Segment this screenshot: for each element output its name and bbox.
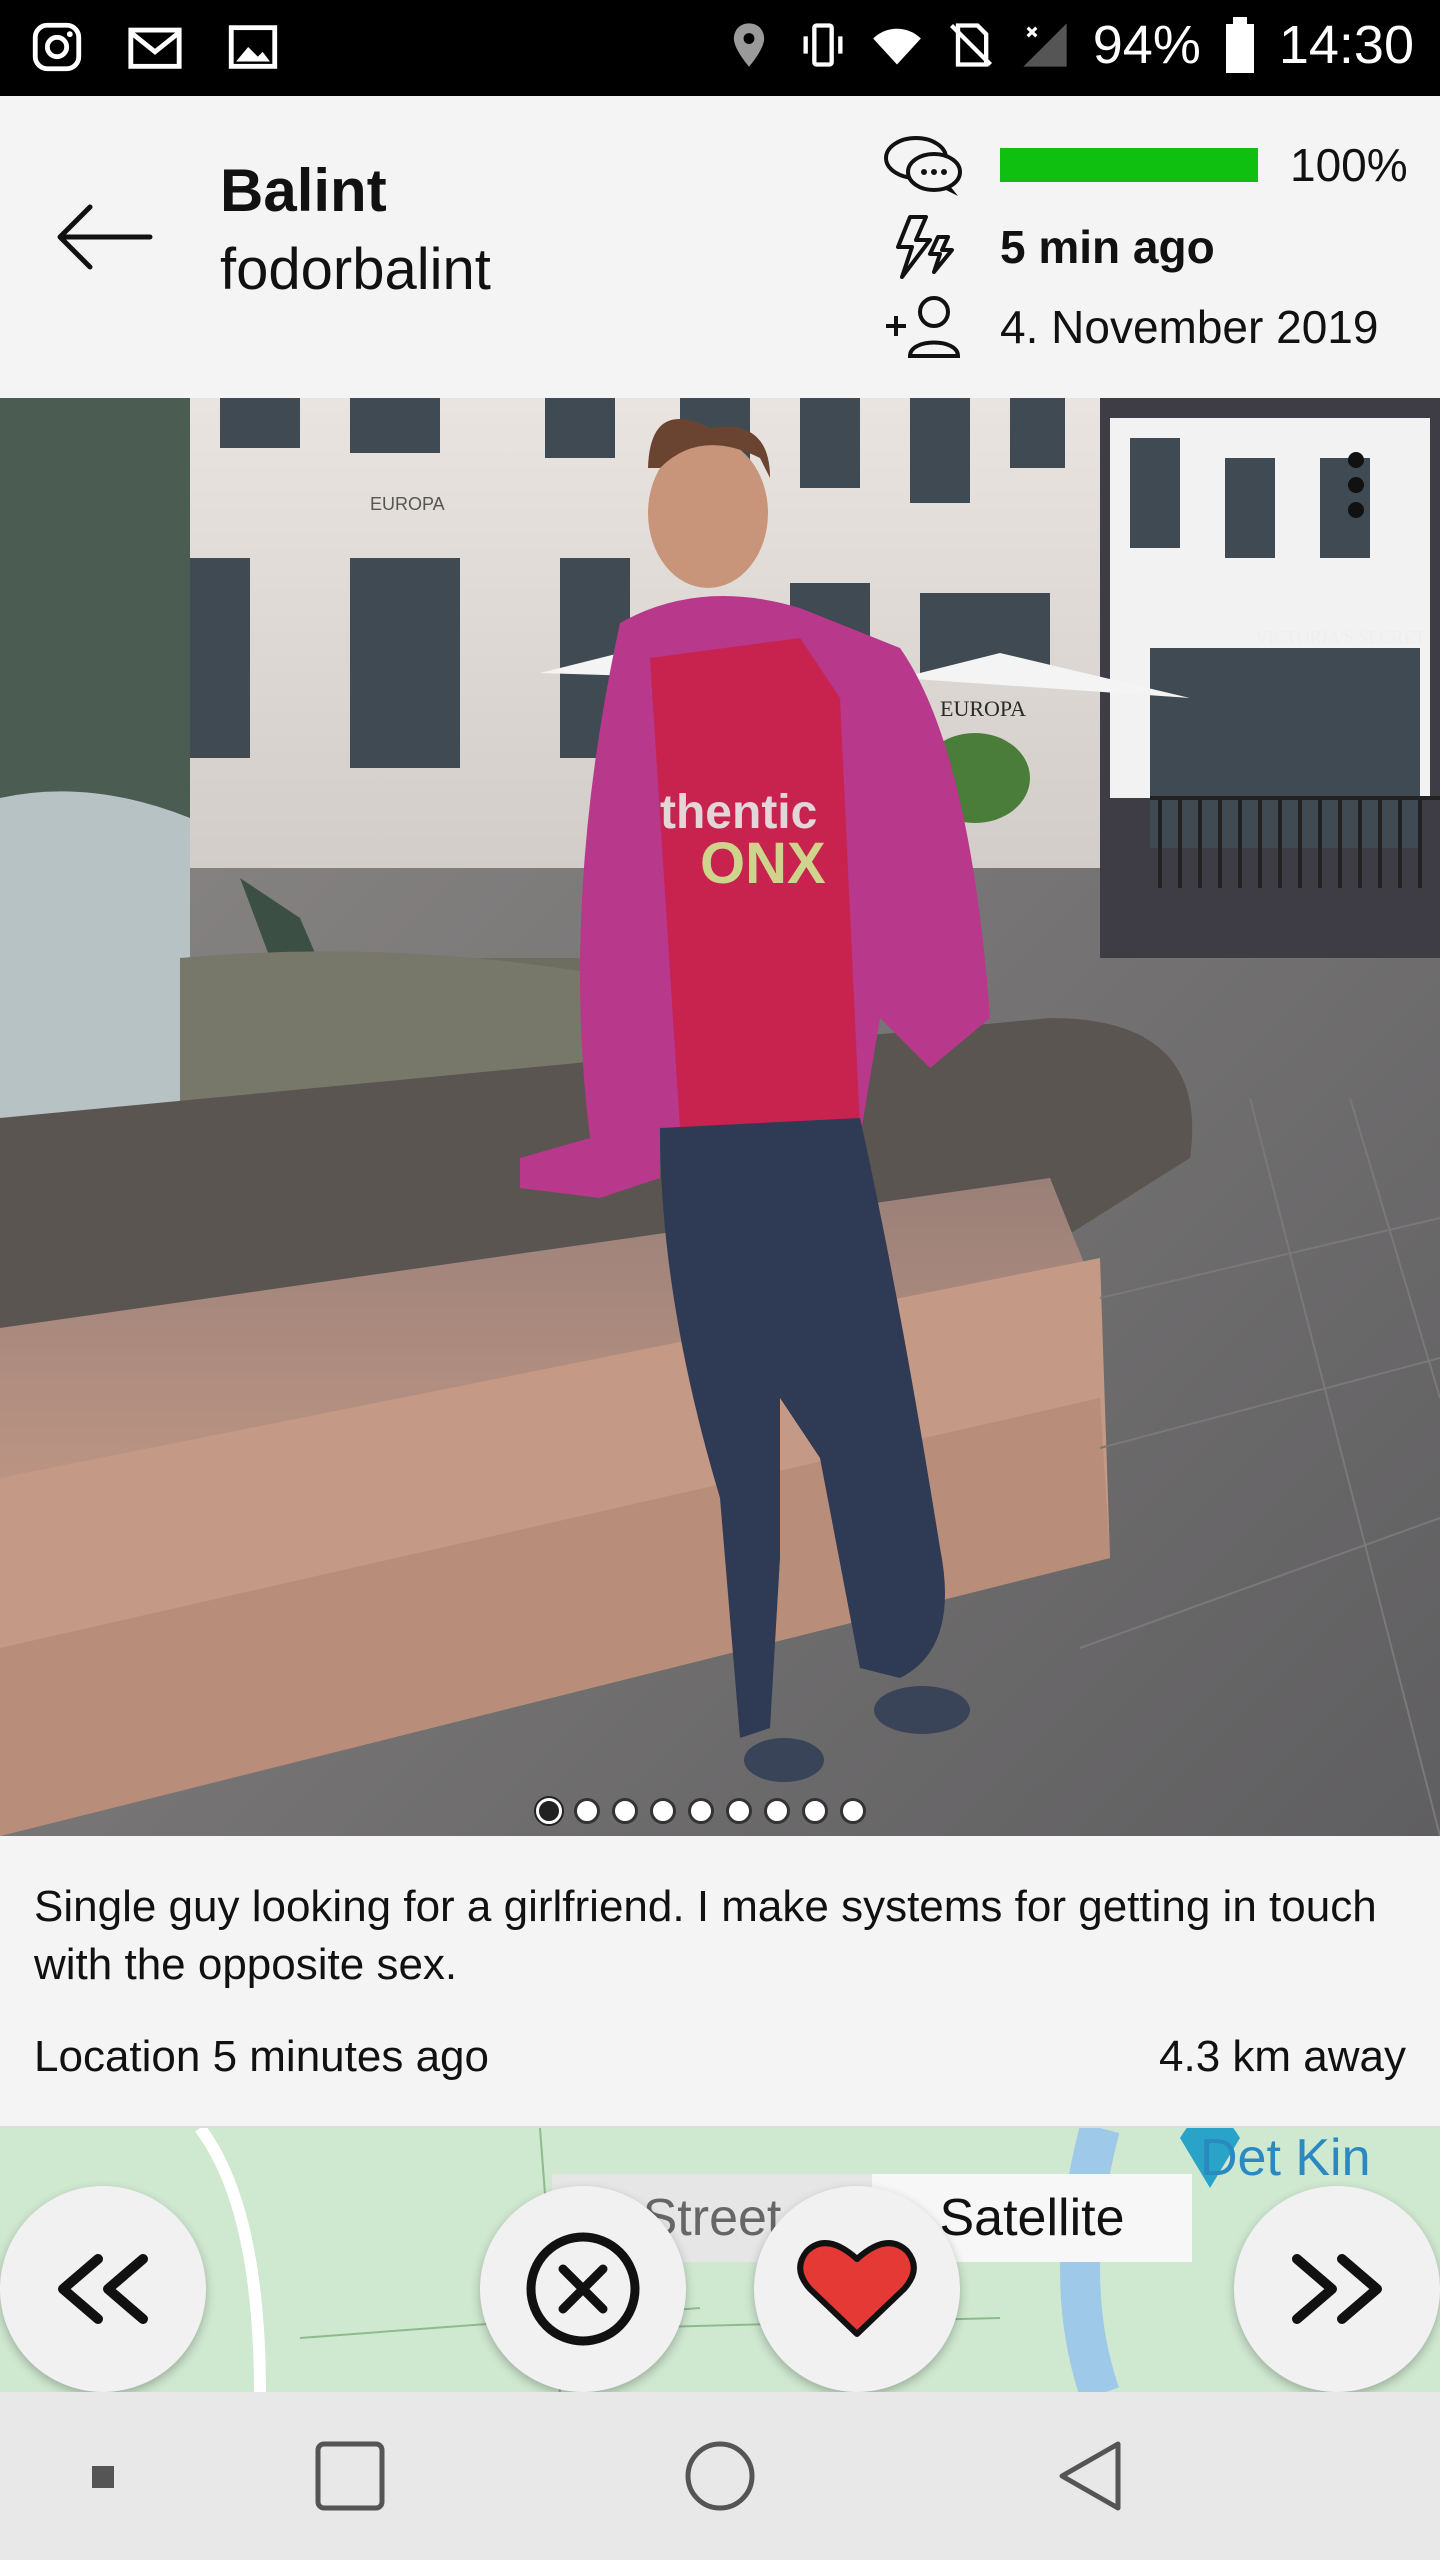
profile-name: Balint bbox=[220, 157, 387, 224]
double-chevron-left-icon bbox=[58, 2254, 148, 2324]
gmail-icon bbox=[128, 27, 182, 69]
distance: 4.3 km away bbox=[1159, 2032, 1406, 2081]
photo-pager[interactable] bbox=[536, 1798, 866, 1824]
heart-icon bbox=[797, 2240, 917, 2337]
photo-image: EUROPA EUROPA VICTORIA'S SECRET thentic … bbox=[0, 398, 1440, 1836]
photo-pager-dot[interactable] bbox=[650, 1798, 676, 1824]
status-bar: 94% 14:30 bbox=[0, 0, 1440, 96]
bio-text: Single guy looking for a girlfriend. I m… bbox=[34, 1882, 1377, 1989]
photo-pager-dot[interactable] bbox=[802, 1798, 828, 1824]
location-time: Location 5 minutes ago bbox=[34, 2032, 489, 2081]
sign-europa-right: EUROPA bbox=[940, 696, 1026, 721]
next-profile-button[interactable] bbox=[1234, 2186, 1440, 2392]
response-rate-fill bbox=[1000, 148, 1258, 182]
close-circle-icon bbox=[526, 2232, 640, 2346]
instagram-icon bbox=[32, 22, 82, 72]
wifi-icon bbox=[872, 28, 921, 65]
photo-pager-dot[interactable] bbox=[726, 1798, 752, 1824]
gallery-icon bbox=[228, 25, 278, 69]
vibrate-icon bbox=[803, 23, 843, 67]
sign-store: VICTORIA'S SECRET bbox=[1255, 627, 1425, 647]
back-triangle-icon[interactable] bbox=[1050, 2436, 1130, 2516]
photo-pager-dot[interactable] bbox=[612, 1798, 638, 1824]
location-icon bbox=[733, 23, 764, 67]
chat-bubbles-icon bbox=[884, 136, 962, 196]
photo-pager-dot[interactable] bbox=[574, 1798, 600, 1824]
map-view[interactable]: Det Kin Street Satellite bbox=[0, 2126, 1440, 2394]
overview-square-icon[interactable] bbox=[310, 2436, 390, 2516]
recents-dot-icon[interactable] bbox=[62, 2436, 142, 2516]
shirt-logo: ONX bbox=[700, 831, 826, 896]
dismiss-button[interactable] bbox=[480, 2186, 686, 2392]
signal-icon bbox=[1023, 23, 1067, 67]
photo-pager-dot[interactable] bbox=[764, 1798, 790, 1824]
profile-photo[interactable]: EUROPA EUROPA VICTORIA'S SECRET thentic … bbox=[0, 398, 1440, 1836]
no-sim-icon bbox=[949, 23, 992, 67]
map-place-label: Det Kin bbox=[1200, 2129, 1371, 2187]
system-nav-bar bbox=[0, 2392, 1440, 2560]
profile-description: Single guy looking for a girlfriend. I m… bbox=[0, 1836, 1440, 2126]
battery-icon bbox=[1225, 17, 1254, 73]
like-button[interactable] bbox=[754, 2186, 960, 2392]
home-circle-icon[interactable] bbox=[680, 2436, 760, 2516]
more-options-icon[interactable] bbox=[1346, 450, 1366, 520]
double-chevron-right-icon bbox=[1292, 2254, 1382, 2324]
registered-row: 4. November 2019 bbox=[880, 292, 1378, 362]
registered-date: 4. November 2019 bbox=[1000, 301, 1379, 353]
back-arrow-icon[interactable] bbox=[50, 192, 160, 282]
add-person-icon bbox=[886, 296, 961, 358]
response-rate-row: 100% bbox=[880, 130, 1408, 200]
photo-pager-dot[interactable] bbox=[840, 1798, 866, 1824]
photo-pager-dot[interactable] bbox=[536, 1798, 562, 1824]
battery-percent: 94% bbox=[1092, 15, 1201, 75]
clock: 14:30 bbox=[1278, 15, 1414, 75]
response-rate-bar bbox=[1000, 148, 1258, 182]
profile-header: Balint fodorbalint 100% 5 min ago 4. Nov… bbox=[0, 96, 1440, 398]
profile-username: fodorbalint bbox=[220, 237, 491, 302]
lightning-icon bbox=[896, 215, 954, 279]
last-active-text: 5 min ago bbox=[1000, 221, 1215, 273]
photo-pager-dot[interactable] bbox=[688, 1798, 714, 1824]
last-active-row: 5 min ago bbox=[880, 212, 1215, 282]
sign-europa-left: EUROPA bbox=[370, 494, 445, 514]
previous-profile-button[interactable] bbox=[0, 2186, 206, 2392]
response-rate-label: 100% bbox=[1290, 139, 1408, 191]
